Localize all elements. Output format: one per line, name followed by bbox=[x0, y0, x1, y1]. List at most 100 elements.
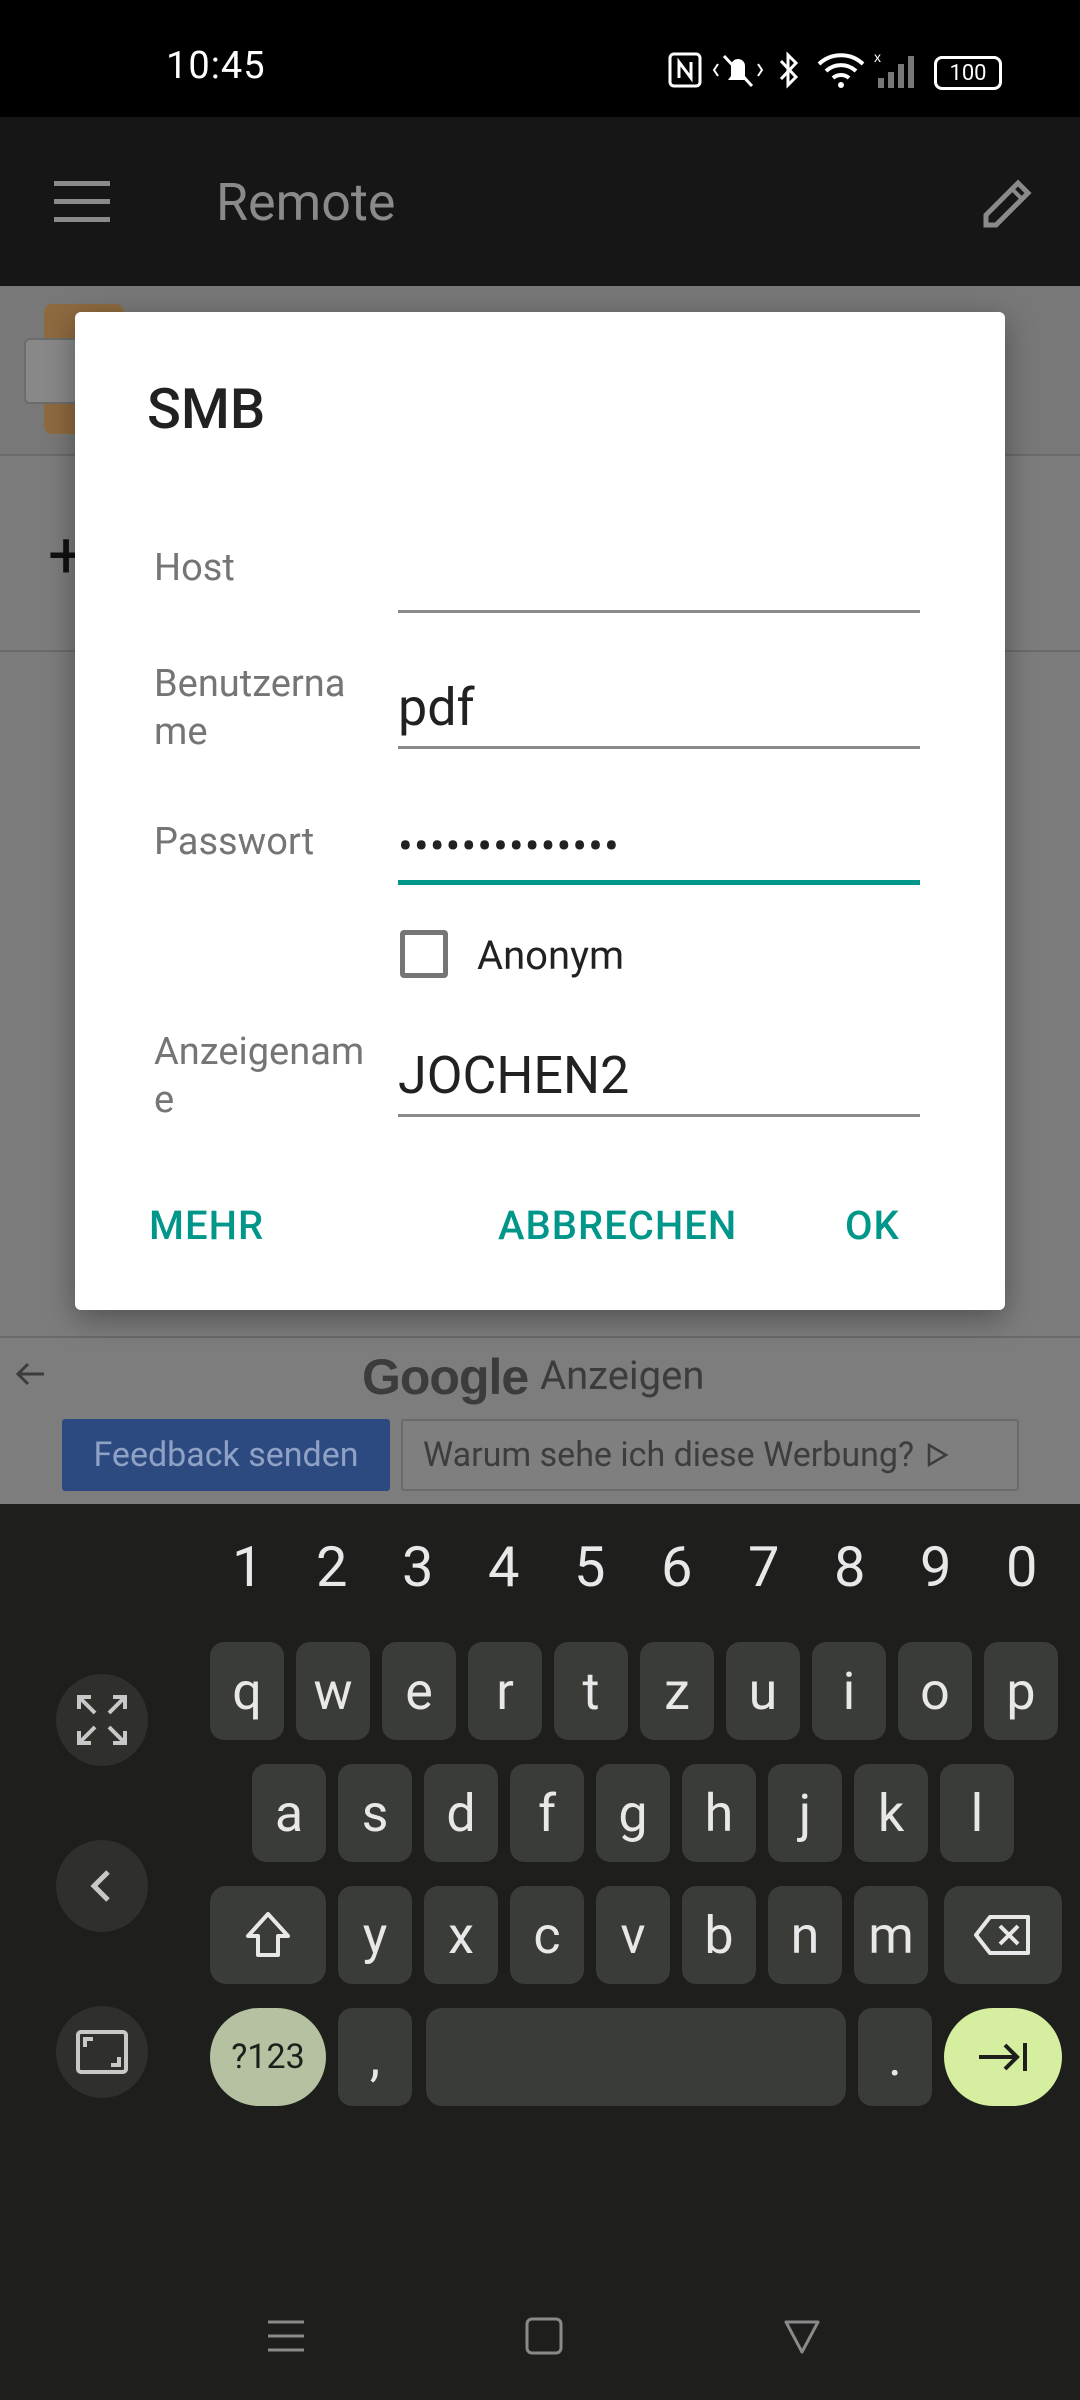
key-5[interactable]: 5 bbox=[574, 1534, 605, 1600]
username-value: pdf bbox=[398, 677, 475, 738]
signal-icon: x bbox=[874, 50, 914, 88]
key-w[interactable]: w bbox=[296, 1642, 370, 1740]
password-input[interactable]: •••••••••••••• bbox=[398, 782, 920, 885]
back-key-button[interactable] bbox=[56, 1840, 148, 1932]
display-name-value: JOCHEN2 bbox=[398, 1045, 630, 1106]
key-s[interactable]: s bbox=[338, 1764, 412, 1862]
key-b[interactable]: b bbox=[682, 1886, 756, 1984]
key-x[interactable]: x bbox=[424, 1886, 498, 1984]
back-nav-icon[interactable] bbox=[782, 2316, 822, 2356]
host-input[interactable] bbox=[398, 512, 920, 613]
anonym-label[interactable]: Anonym bbox=[477, 932, 624, 979]
dialog-title: SMB bbox=[147, 376, 266, 442]
host-label: Host bbox=[154, 546, 235, 590]
navigation-bar bbox=[0, 2270, 1080, 2400]
expand-keyboard-button[interactable] bbox=[56, 1674, 148, 1766]
app-title: Remote bbox=[216, 172, 396, 233]
shift-icon bbox=[246, 1912, 290, 1957]
key-c[interactable]: c bbox=[510, 1886, 584, 1984]
key-4[interactable]: 4 bbox=[488, 1534, 519, 1600]
app-bar: Remote bbox=[0, 117, 1080, 286]
nfc-icon bbox=[668, 52, 702, 88]
username-input[interactable]: pdf bbox=[398, 648, 920, 749]
status-time: 10:45 bbox=[166, 44, 266, 88]
cancel-button[interactable]: ABBRECHEN bbox=[498, 1202, 737, 1249]
play-icon bbox=[927, 1442, 949, 1468]
key-i[interactable]: i bbox=[812, 1642, 886, 1740]
display-name-label-line2: e bbox=[154, 1078, 175, 1122]
wifi-icon bbox=[817, 53, 865, 88]
menu-icon[interactable] bbox=[54, 179, 114, 223]
key-e[interactable]: e bbox=[382, 1642, 456, 1740]
key-6[interactable]: 6 bbox=[661, 1534, 692, 1600]
key-z[interactable]: z bbox=[640, 1642, 714, 1740]
key-2[interactable]: 2 bbox=[316, 1534, 347, 1600]
key-y[interactable]: y bbox=[338, 1886, 412, 1984]
key-7[interactable]: 7 bbox=[748, 1534, 779, 1600]
key-r[interactable]: r bbox=[468, 1642, 542, 1740]
key-t[interactable]: t bbox=[554, 1642, 628, 1740]
status-bar: 10:45 x 100 bbox=[0, 0, 1080, 117]
back-arrow-icon[interactable] bbox=[12, 1356, 48, 1392]
resize-keyboard-button[interactable] bbox=[56, 2006, 148, 2098]
key-f[interactable]: f bbox=[510, 1764, 584, 1862]
username-label-line1: Benutzerna bbox=[154, 662, 346, 706]
more-button[interactable]: MEHR bbox=[149, 1202, 264, 1249]
key-v[interactable]: v bbox=[596, 1886, 670, 1984]
resize-icon bbox=[76, 2030, 128, 2074]
edit-icon[interactable] bbox=[978, 173, 1038, 233]
comma-key[interactable]: , bbox=[338, 2008, 412, 2106]
mute-bell-icon bbox=[712, 54, 764, 88]
divider bbox=[0, 1336, 1080, 1338]
smb-dialog: SMB Host Benutzerna me pdf Passwort ••••… bbox=[75, 312, 1005, 1310]
home-icon[interactable] bbox=[524, 2316, 564, 2356]
why-ad-label: Warum sehe ich diese Werbung? bbox=[423, 1435, 915, 1475]
key-l[interactable]: l bbox=[940, 1764, 1014, 1862]
username-label-line2: me bbox=[154, 710, 208, 754]
anonym-checkbox[interactable] bbox=[400, 930, 448, 978]
google-logo: Google bbox=[362, 1349, 529, 1405]
key-9[interactable]: 9 bbox=[920, 1534, 951, 1600]
key-u[interactable]: u bbox=[726, 1642, 800, 1740]
key-n[interactable]: n bbox=[768, 1886, 842, 1984]
symbols-key[interactable]: ?123 bbox=[210, 2008, 326, 2106]
key-0[interactable]: 0 bbox=[1006, 1534, 1037, 1600]
shift-key[interactable] bbox=[210, 1886, 326, 1984]
key-8[interactable]: 8 bbox=[834, 1534, 865, 1600]
period-key[interactable]: . bbox=[858, 2008, 932, 2106]
key-d[interactable]: d bbox=[424, 1764, 498, 1862]
feedback-button[interactable]: Feedback senden bbox=[62, 1419, 390, 1491]
key-3[interactable]: 3 bbox=[402, 1534, 433, 1600]
ok-button[interactable]: OK bbox=[845, 1202, 900, 1249]
tab-arrow-icon bbox=[979, 2043, 1027, 2071]
key-a[interactable]: a bbox=[252, 1764, 326, 1862]
svg-text:x: x bbox=[874, 50, 881, 65]
password-label: Passwort bbox=[154, 820, 315, 864]
key-k[interactable]: k bbox=[854, 1764, 928, 1862]
key-p[interactable]: p bbox=[984, 1642, 1058, 1740]
chevron-left-icon bbox=[90, 1870, 110, 1902]
backspace-icon bbox=[974, 1915, 1030, 1955]
password-value: •••••••••••••• bbox=[398, 820, 620, 872]
key-m[interactable]: m bbox=[854, 1886, 928, 1984]
ad-label: Anzeigen bbox=[540, 1352, 705, 1399]
display-name-input[interactable]: JOCHEN2 bbox=[398, 1016, 920, 1117]
why-ad-button[interactable]: Warum sehe ich diese Werbung? bbox=[401, 1419, 1019, 1491]
key-h[interactable]: h bbox=[682, 1764, 756, 1862]
key-q[interactable]: q bbox=[210, 1642, 284, 1740]
battery-level: 100 bbox=[949, 60, 987, 86]
bluetooth-icon bbox=[779, 51, 799, 89]
expand-icon bbox=[77, 1695, 127, 1745]
key-g[interactable]: g bbox=[596, 1764, 670, 1862]
menu-nav-icon[interactable] bbox=[266, 2318, 306, 2354]
next-key[interactable] bbox=[944, 2008, 1062, 2106]
key-o[interactable]: o bbox=[898, 1642, 972, 1740]
username-label: Benutzerna me bbox=[154, 660, 345, 756]
backspace-key[interactable] bbox=[944, 1886, 1062, 1984]
soft-keyboard: 1 2 3 4 5 6 7 8 9 0 q w e r t z u i o p … bbox=[0, 1504, 1080, 2400]
space-key[interactable] bbox=[426, 2008, 846, 2106]
key-1[interactable]: 1 bbox=[232, 1534, 263, 1600]
key-j[interactable]: j bbox=[768, 1764, 842, 1862]
battery-icon: 100 bbox=[934, 56, 1002, 90]
display-name-label-line1: Anzeigenam bbox=[154, 1030, 365, 1074]
